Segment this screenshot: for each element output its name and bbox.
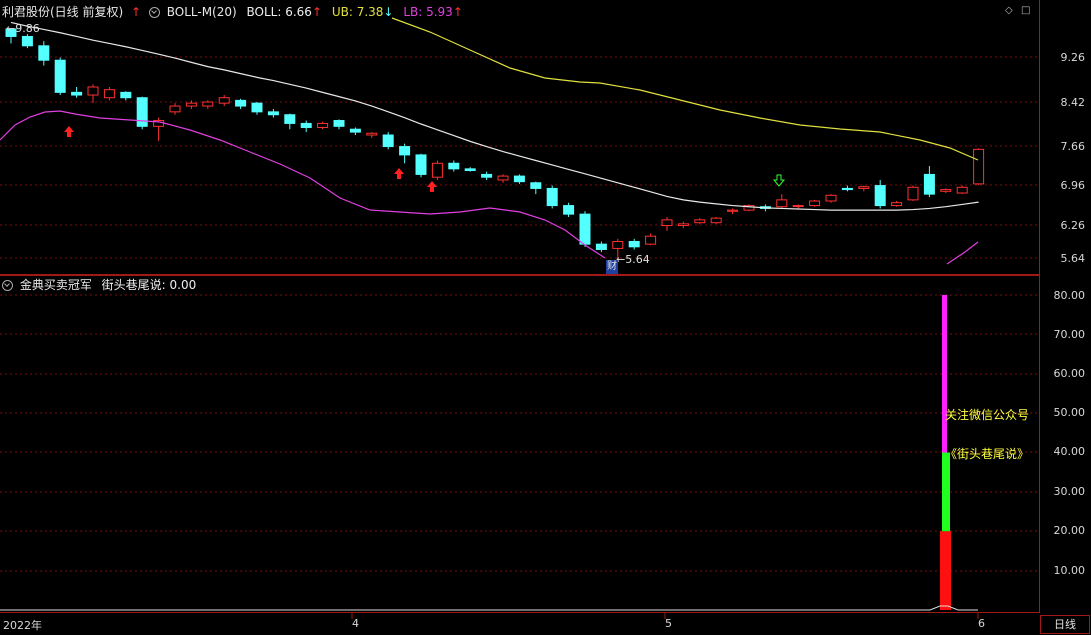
stock-name[interactable]: 利君股份(日线 前复权)	[2, 5, 123, 19]
indicator-tick: 20.00	[1053, 524, 1086, 537]
ub-arrow-icon: ↓	[383, 5, 394, 19]
stock-chart-window: 利君股份(日线 前复权) ↑ BOLL-M(20) BOLL: 6.66↑ UB…	[0, 0, 1091, 635]
indicator-tick: 70.00	[1053, 328, 1086, 341]
sub-indicator-toggle-icon[interactable]	[2, 280, 13, 291]
date-tick: 4	[352, 617, 359, 630]
price-tick: 6.96	[1060, 179, 1086, 192]
date-tick: 2022年	[3, 619, 42, 632]
ub-value: UB: 7.38	[331, 5, 384, 19]
price-panel-frame	[0, 0, 1040, 275]
overlay-text-line2: 《街头巷尾说》	[945, 447, 1030, 461]
indicator-tick: 40.00	[1053, 445, 1086, 458]
lb-value: LB: 5.93	[403, 5, 453, 19]
sub-indicator-name[interactable]: 金典买卖冠军	[20, 278, 92, 292]
indicator-panel-header: 金典买卖冠军 街头巷尾说: 0.00	[2, 278, 196, 292]
boll-arrow-icon: ↑	[311, 5, 322, 19]
period-button[interactable]: 日线	[1040, 615, 1090, 634]
date-tick: 6	[978, 617, 985, 630]
square-icon[interactable]: □	[1021, 5, 1030, 16]
price-tick: 5.64	[1060, 252, 1086, 265]
indicator-panel-frame	[0, 275, 1040, 613]
indicator-toggle-icon[interactable]	[148, 7, 160, 18]
price-tick: 8.42	[1060, 96, 1086, 109]
finance-badge[interactable]: 财	[606, 260, 618, 274]
indicator-tick: 50.00	[1053, 406, 1086, 419]
red-up-arrow-icon: ↑	[131, 5, 142, 19]
price-tick: 9.26	[1060, 51, 1086, 64]
price-tick: 7.66	[1060, 140, 1086, 153]
overlay-text-line1: 关注微信公众号	[945, 408, 1030, 422]
diamond-icon[interactable]: ◇	[1005, 5, 1013, 16]
low-price-label: ←5.64	[616, 253, 650, 266]
indicator-tick: 30.00	[1053, 485, 1086, 498]
indicator-tick: 60.00	[1053, 367, 1086, 380]
high-price-label: ←9.86	[6, 22, 40, 35]
lb-arrow-icon: ↑	[452, 5, 463, 19]
date-tick: 5	[665, 617, 672, 630]
indicator-tick: 80.00	[1053, 289, 1086, 302]
indicator-name[interactable]: BOLL-M(20)	[167, 5, 237, 19]
price-panel-header: 利君股份(日线 前复权) ↑ BOLL-M(20) BOLL: 6.66↑ UB…	[2, 5, 463, 19]
price-tick: 6.26	[1060, 219, 1086, 232]
sub-indicator-value: 街头巷尾说: 0.00	[101, 278, 197, 292]
indicator-tick: 10.00	[1053, 564, 1086, 577]
boll-value: BOLL: 6.66	[246, 5, 312, 19]
